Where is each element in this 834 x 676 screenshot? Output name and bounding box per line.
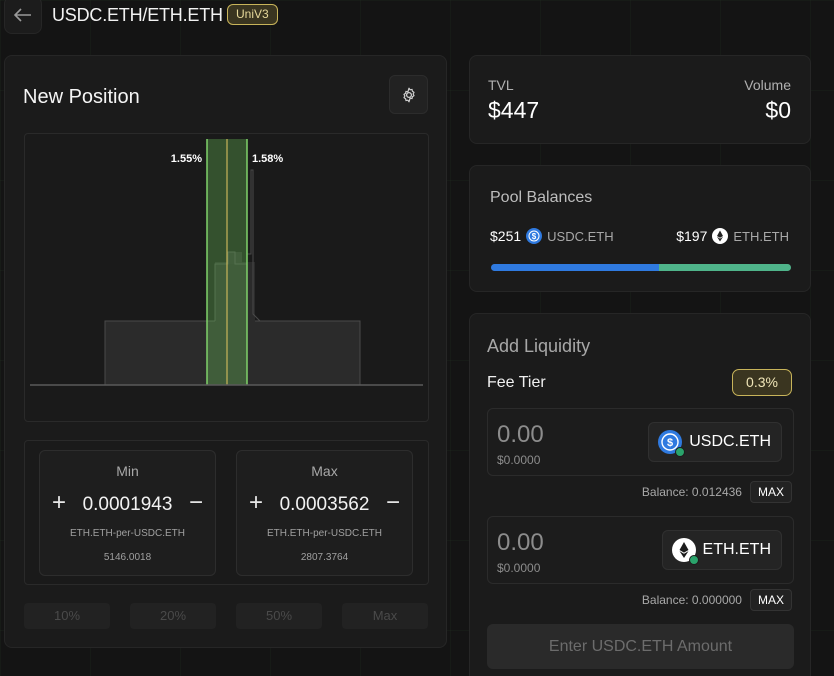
min-label: Min — [116, 463, 139, 479]
range-right-pct: 1.58% — [252, 153, 283, 165]
pool-balances-title: Pool Balances — [490, 189, 593, 206]
usdc-balance: $251 $ USDC.ETH — [490, 228, 614, 244]
usdc-input-card: 0.00 $0.0000 $ USDC.ETH — [487, 408, 794, 476]
eth-token-label: ETH.ETH — [702, 541, 771, 558]
pair-title: USDC.ETH/ETH.ETH — [52, 5, 223, 25]
usdc-amount-input[interactable]: 0.00 — [497, 421, 544, 449]
usdc-balance-token: USDC.ETH — [547, 228, 614, 244]
volume-label: Volume — [744, 77, 791, 93]
usdc-coin-icon: $ — [658, 430, 686, 457]
liquidity-histogram: 1.55% 1.58% — [30, 139, 423, 386]
tvl-label: TVL — [488, 77, 514, 93]
gear-icon — [402, 87, 415, 102]
eth-balance-token: ETH.ETH — [733, 228, 789, 244]
submit-button[interactable]: Enter USDC.ETH Amount — [487, 624, 794, 669]
tvl-value: $447 — [488, 97, 540, 123]
usdc-wallet-balance: Balance: 0.012436 MAX — [642, 481, 792, 503]
add-liquidity-title: Add Liquidity — [487, 336, 591, 356]
eth-balance-amount: $197 — [676, 228, 708, 244]
eth-amount-input[interactable]: 0.00 — [497, 529, 544, 557]
usdc-balance-text: Balance: 0.012436 — [641, 485, 742, 499]
svg-text:$: $ — [532, 232, 537, 241]
usdc-coin-icon: $ — [526, 228, 543, 244]
preset-max-button[interactable]: Max — [342, 603, 428, 629]
eth-wallet-balance: Balance: 0.000000 MAX — [642, 589, 792, 611]
eth-max-button[interactable]: MAX — [749, 589, 792, 611]
max-unit: ETH.ETH-per-USDC.ETH — [266, 528, 382, 539]
pool-stats-panel: TVL $447 Volume $0 — [469, 55, 811, 144]
preset-20-button[interactable]: 20% — [130, 603, 216, 629]
preset-50-button[interactable]: 50% — [236, 603, 322, 629]
pool-balance-bar — [491, 264, 791, 271]
usdc-token-selector[interactable]: $ USDC.ETH — [648, 422, 782, 462]
usdc-token-label: USDC.ETH — [689, 433, 771, 450]
add-liquidity-panel: Add Liquidity Fee Tier 0.3% 0.00 $0.0000… — [469, 313, 811, 676]
fee-tier-selector[interactable]: 0.3% — [732, 369, 792, 396]
settings-button[interactable] — [389, 75, 428, 114]
protocol-badge: UniV3 — [227, 4, 278, 25]
min-decrease-button[interactable]: − — [189, 491, 203, 515]
max-price-card: Max + 0.0003562 − ETH.ETH-per-USDC.ETH 2… — [236, 450, 413, 576]
usdc-balance-amount: $251 — [490, 228, 522, 244]
usdc-max-button[interactable]: MAX — [749, 481, 792, 503]
preset-10-button[interactable]: 10% — [24, 603, 110, 629]
max-label: Max — [311, 463, 338, 479]
pool-balances-panel: Pool Balances $251 $ USDC.ETH $197 ETH.E… — [469, 165, 811, 292]
liquidity-range-chart[interactable]: 1.55% 1.58% — [24, 133, 429, 422]
panel-title: New Position — [23, 86, 140, 108]
chain-badge-icon — [675, 447, 686, 457]
eth-coin-icon — [712, 228, 729, 244]
min-price-card: Min + 0.0001943 − ETH.ETH-per-USDC.ETH 5… — [39, 450, 216, 576]
eth-input-card: 0.00 $0.0000 ETH.ETH — [487, 516, 794, 584]
min-unit: ETH.ETH-per-USDC.ETH — [69, 528, 185, 539]
new-position-panel: New Position 1.55% 1.58% Min + 0.0001943… — [4, 55, 447, 648]
back-button[interactable] — [4, 0, 42, 34]
min-inverse-price: 5146.0018 — [103, 552, 152, 563]
eth-coin-icon — [671, 538, 699, 565]
arrow-left-icon — [14, 8, 31, 22]
eth-balance-text: Balance: 0.000000 — [641, 593, 742, 607]
usdc-share-segment — [491, 264, 659, 271]
svg-text:$: $ — [667, 437, 673, 449]
top-bar: USDC.ETH/ETH.ETH UniV3 — [0, 0, 834, 34]
usdc-usd-value: $0.0000 — [497, 453, 541, 467]
chain-badge-icon — [688, 555, 699, 565]
eth-usd-value: $0.0000 — [497, 561, 541, 575]
eth-token-selector[interactable]: ETH.ETH — [661, 530, 782, 570]
eth-balance: $197 ETH.ETH — [676, 228, 789, 244]
eth-share-segment — [659, 264, 791, 271]
volume-value: $0 — [765, 97, 791, 123]
range-left-pct: 1.55% — [171, 153, 202, 165]
price-range-inputs: Min + 0.0001943 − ETH.ETH-per-USDC.ETH 5… — [24, 440, 429, 585]
fee-tier-label: Fee Tier — [487, 374, 546, 391]
max-inverse-price: 2807.3764 — [300, 552, 349, 563]
max-decrease-button[interactable]: − — [386, 491, 400, 515]
